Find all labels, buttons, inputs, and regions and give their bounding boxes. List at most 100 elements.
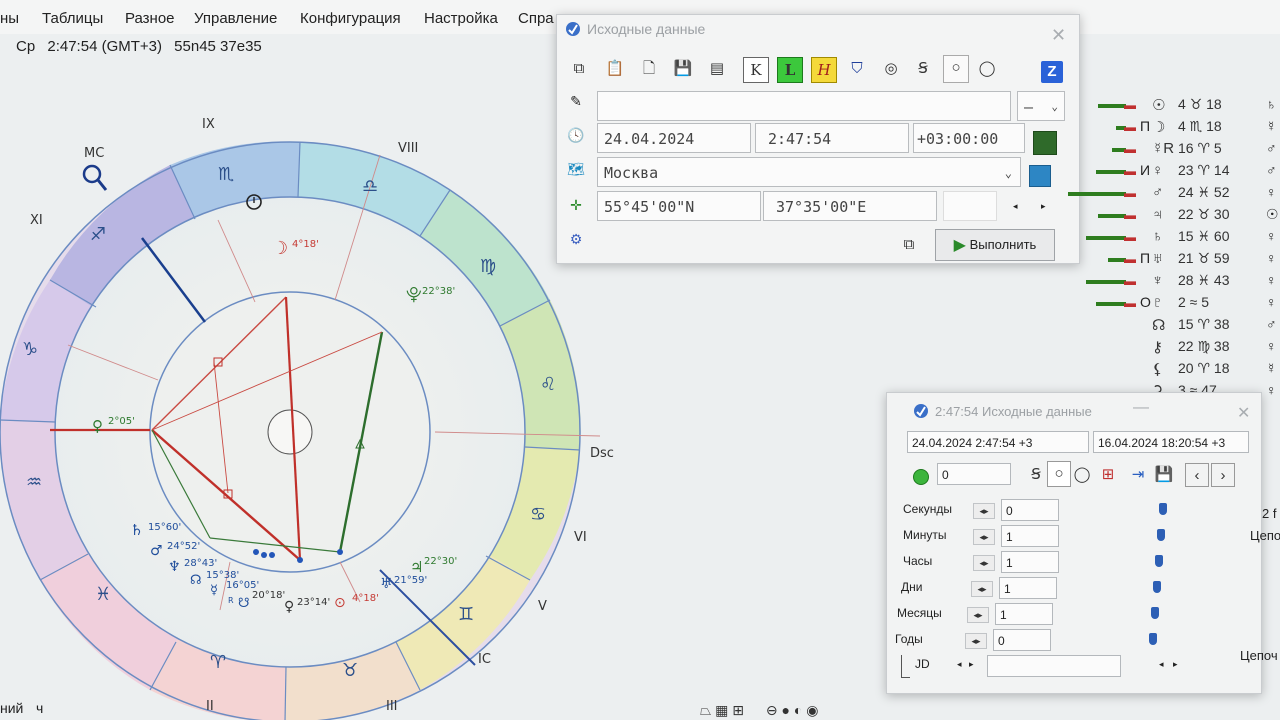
save-icon[interactable]: 💾 <box>671 57 695 81</box>
planet-row[interactable]: ▬ ☉ 4 ♉ 18 ♄ <box>1062 96 1280 118</box>
arrow-left-icon[interactable]: ◂ <box>1159 659 1164 670</box>
natal-chart-wheel[interactable]: ♏ ♎ ♍ ♌ ♋ ♊ ♉ ♈ ♓ ♒ ♑ ♐ IX VIII XI VI V … <box>0 60 640 720</box>
circle-icon[interactable]: ◯ <box>975 57 999 81</box>
planet-row[interactable]: ▬ О ♇ 2 ≈ 5 ♀ <box>1062 294 1280 316</box>
menu-item-settings[interactable]: Настройка <box>424 10 498 27</box>
export-icon[interactable]: ⇥ <box>1127 463 1149 485</box>
circle-icon[interactable]: ⊖ <box>766 702 778 718</box>
step-spinner[interactable]: ◂▸ <box>973 503 995 519</box>
planet-row[interactable]: ▬ ♃ 22 ♉ 30 ☉ <box>1062 206 1280 228</box>
strike-s-icon[interactable]: Ꞩ <box>1025 463 1047 485</box>
place-field[interactable]: Москва ⌄ <box>597 157 1021 187</box>
time-field[interactable]: 2:47:54 <box>755 123 909 153</box>
bottom-text: ч <box>36 700 44 716</box>
step-value-field[interactable]: 0 <box>1001 499 1059 521</box>
saturn-glyph: ♄ <box>130 521 143 539</box>
date-field[interactable]: 24.04.2024 <box>597 123 751 153</box>
slider-handle[interactable] <box>1155 555 1163 567</box>
slider-handle[interactable] <box>1159 503 1167 515</box>
step-forward-button[interactable]: › <box>1211 463 1235 487</box>
shape-icon[interactable]: ⏢ <box>700 702 711 718</box>
close-icon[interactable]: ✕ <box>1051 25 1066 46</box>
step-value-field[interactable]: 1 <box>1001 551 1059 573</box>
name-field[interactable] <box>597 91 1011 121</box>
planet-row[interactable]: ▬ ☿R 16 ♈ 5 ♂ <box>1062 140 1280 162</box>
altitude-field[interactable] <box>943 191 997 221</box>
menu-item-help[interactable]: Спра <box>518 10 554 27</box>
arrow-left-icon[interactable]: ◂ <box>1013 201 1018 212</box>
latitude-field[interactable]: 55°45'00"N <box>597 191 761 221</box>
k-button[interactable]: K <box>743 57 769 83</box>
planet-row[interactable]: ▬ И ♀ 23 ♈ 14 ♂ <box>1062 162 1280 184</box>
menu-item-config[interactable]: Конфигурация <box>300 10 401 27</box>
menu-item-misc[interactable]: Разное <box>125 10 175 27</box>
copy-icon[interactable]: ⧉ <box>897 233 921 257</box>
l-button[interactable]: L <box>777 57 803 83</box>
jd-checkbox[interactable] <box>901 655 910 678</box>
planet-row[interactable]: ▬ ♆ 28 ♓ 43 ♀ <box>1062 272 1280 294</box>
copy-icon[interactable]: ⧉ <box>567 57 591 81</box>
planet-row[interactable]: ▬ ♄ 15 ♓ 60 ♀ <box>1062 228 1280 250</box>
arrow-left-icon[interactable]: ◂ <box>957 659 962 670</box>
step-value-field[interactable]: 1 <box>995 603 1053 625</box>
shield-icon[interactable]: ⛉ <box>845 57 869 81</box>
small-circle-icon[interactable]: ○ <box>1047 461 1071 487</box>
planet-row[interactable]: ⚷ 22 ♍ 38 ♀ <box>1062 338 1280 360</box>
counter-field[interactable]: 0 <box>937 463 1011 485</box>
jd-field[interactable] <box>987 655 1121 677</box>
menu-item-charts[interactable]: ны <box>0 10 19 27</box>
magnifier-icon[interactable] <box>82 164 108 191</box>
globe-icon[interactable] <box>1029 165 1051 187</box>
step-back-button[interactable]: ‹ <box>1185 463 1209 487</box>
step-value-field[interactable]: 0 <box>993 629 1051 651</box>
start-icon[interactable] <box>913 469 929 485</box>
menu-item-control[interactable]: Управление <box>194 10 277 27</box>
step-value-field[interactable]: 1 <box>1001 525 1059 547</box>
h-button[interactable]: H <box>811 57 837 83</box>
current-datetime-field[interactable]: 24.04.2024 2:47:54 +3 <box>907 431 1089 453</box>
longitude-field[interactable]: 37°35'00"E <box>763 191 937 221</box>
step-spinner[interactable]: ◂▸ <box>967 607 989 623</box>
arrow-right-icon[interactable]: ▸ <box>1041 201 1046 212</box>
slider-handle[interactable] <box>1153 581 1161 593</box>
circle-icon[interactable]: ◉ <box>806 702 818 718</box>
circle-icon[interactable]: ◐ <box>794 702 802 718</box>
calendar-icon[interactable]: ▤ <box>705 57 729 81</box>
paste-icon[interactable]: 📋 <box>603 57 627 81</box>
run-button[interactable]: ▶ Выполнить <box>935 229 1055 261</box>
save-icon[interactable]: 💾 <box>1153 463 1175 485</box>
planet-row[interactable]: ⚸ 20 ♈ 18 ☿ <box>1062 360 1280 382</box>
step-spinner[interactable]: ◂▸ <box>965 633 987 649</box>
grid-icon[interactable]: ▦ <box>715 702 728 718</box>
planet-row[interactable]: ▬ П ♅ 21 ♉ 59 ♀ <box>1062 250 1280 272</box>
strike-s-icon[interactable]: Ꞩ <box>911 57 935 81</box>
grid-icon[interactable]: ⊞ <box>1097 463 1119 485</box>
grid-icon[interactable]: ⊞ <box>732 702 744 718</box>
arrow-right-icon[interactable]: ▸ <box>1173 659 1178 670</box>
timezone-field[interactable]: +03:00:00 <box>913 123 1025 153</box>
small-circle-icon[interactable]: ○ <box>943 55 969 83</box>
rotate-icon[interactable]: ◎ <box>879 57 903 81</box>
color-swatch[interactable] <box>1033 131 1057 155</box>
menu-item-tables[interactable]: Таблицы <box>42 10 103 27</box>
planet-row[interactable]: ▬ П ☽ 4 ♏ 18 ☿ <box>1062 118 1280 140</box>
slider-handle[interactable] <box>1157 529 1165 541</box>
step-spinner[interactable]: ◂▸ <box>973 555 995 571</box>
planet-row[interactable]: ▬ ♂ 24 ♓ 52 ♀ <box>1062 184 1280 206</box>
name-dropdown[interactable]: – ⌄ <box>1017 91 1065 121</box>
new-document-icon[interactable]: 🗋 <box>637 57 661 81</box>
slider-handle[interactable] <box>1151 607 1159 619</box>
settings-icon[interactable]: ⚙ <box>566 229 586 249</box>
minimize-icon[interactable]: — <box>1133 399 1149 417</box>
circle-icon[interactable]: ◯ <box>1071 463 1093 485</box>
z-button[interactable]: Z <box>1041 61 1063 83</box>
close-icon[interactable]: ✕ <box>1237 403 1250 423</box>
step-value-field[interactable]: 1 <box>999 577 1057 599</box>
slider-handle[interactable] <box>1149 633 1157 645</box>
step-spinner[interactable]: ◂▸ <box>971 581 993 597</box>
circle-icon[interactable]: ● <box>781 702 789 718</box>
planet-row[interactable]: ☊ 15 ♈ 38 ♂ <box>1062 316 1280 338</box>
reference-datetime-field[interactable]: 16.04.2024 18:20:54 +3 <box>1093 431 1249 453</box>
arrow-right-icon[interactable]: ▸ <box>969 659 974 670</box>
step-spinner[interactable]: ◂▸ <box>973 529 995 545</box>
